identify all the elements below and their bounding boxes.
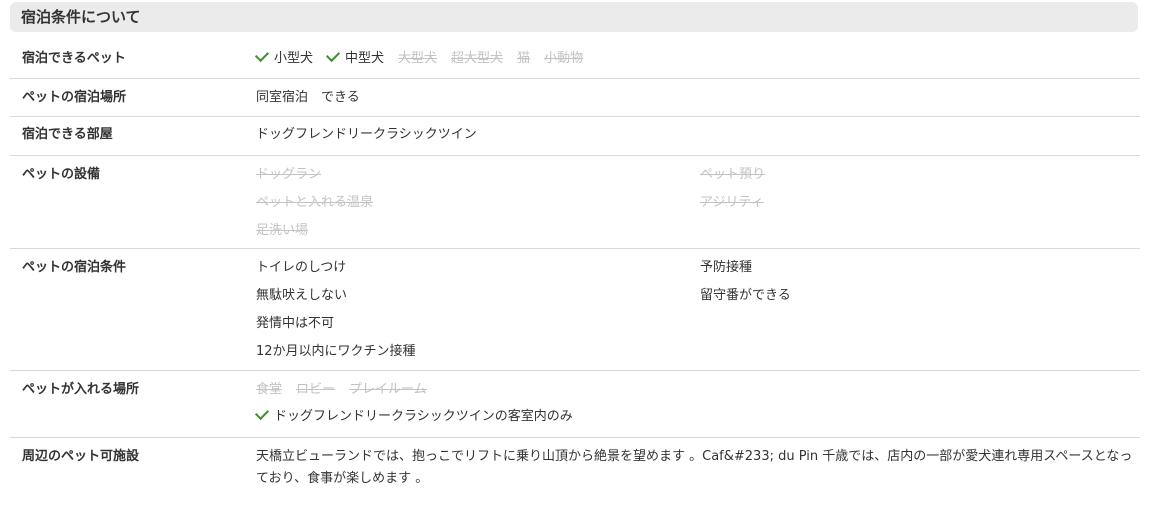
- pet-type-small-animal: 小動物: [544, 51, 584, 66]
- facility-hot-spring: ペットと入れる温泉: [256, 195, 374, 210]
- facility-foot-wash: 足洗い場: [256, 223, 309, 238]
- pet-type-cat: 猫: [517, 51, 531, 66]
- check-icon: [254, 47, 270, 63]
- rooms-value: ドッグフレンドリークラシックツイン: [256, 127, 477, 142]
- section-header: 宿泊条件について: [10, 2, 1138, 32]
- condition-item: 発情中は不可: [256, 316, 335, 331]
- nearby-description: 天橋立ビューランドでは、抱っこでリフトに乗り山頂から絶景を望めます 。Caf&#…: [256, 449, 1133, 486]
- row-location: ペットの宿泊場所 同室宿泊 できる: [10, 79, 1140, 117]
- condition-item: 予防接種: [700, 260, 753, 275]
- check-icon: [325, 47, 341, 63]
- pet-type-small-dog: 小型犬: [254, 47, 313, 67]
- pet-type-xlarge-dog: 超大型犬: [451, 51, 504, 66]
- places-disabled-list: 食堂 ロビー プレイルーム: [256, 382, 441, 398]
- row-pets: 宿泊できるペット 小型犬 中型犬 大型犬 超大型犬猫小動物: [10, 40, 1140, 79]
- condition-item: トイレのしつけ: [256, 260, 347, 275]
- label-conditions: ペットの宿泊条件: [22, 260, 127, 275]
- facility-pet-sitting: ペット預り: [700, 167, 766, 182]
- place-lobby: ロビー: [296, 382, 336, 397]
- row-places: ペットが入れる場所 食堂 ロビー プレイルーム ドッグフレンドリークラシックツインの…: [10, 371, 1140, 438]
- label-location: ペットの宿泊場所: [22, 90, 127, 105]
- label-facilities: ペットの設備: [22, 167, 101, 182]
- label-rooms: 宿泊できる部屋: [22, 127, 113, 142]
- place-guest-room-label: ドッグフレンドリークラシックツインの客室内のみ: [274, 409, 573, 424]
- section-title: 宿泊条件について: [21, 8, 141, 26]
- location-value: 同室宿泊 できる: [256, 90, 360, 105]
- facility-dog-run: ドッグラン: [256, 167, 322, 182]
- label-places: ペットが入れる場所: [22, 382, 140, 397]
- pet-type-medium-dog: 中型犬: [325, 47, 384, 67]
- pet-type-list: 小型犬 中型犬 大型犬 超大型犬猫小動物: [254, 47, 597, 67]
- pet-type-large-dog: 大型犬: [398, 51, 438, 66]
- check-icon: [254, 405, 270, 421]
- facility-agility: アジリティ: [700, 195, 764, 210]
- pet-conditions-panel: 宿泊条件について 宿泊できるペット 小型犬 中型犬 大型犬 超大型犬猫小動物 ペットの…: [0, 0, 1159, 506]
- place-play-room: プレイルーム: [349, 382, 427, 397]
- row-conditions: ペットの宿泊条件 トイレのしつけ 無駄吠えしない 発情中は不可 12か月以内にワ…: [10, 249, 1140, 371]
- label-nearby: 周辺のペット可施設: [22, 449, 140, 464]
- condition-item: 無駄吠えしない: [256, 288, 348, 303]
- condition-item: 12か月以内にワクチン接種: [256, 344, 416, 359]
- row-rooms: 宿泊できる部屋 ドッグフレンドリークラシックツイン: [10, 117, 1140, 156]
- place-guest-room: ドッグフレンドリークラシックツインの客室内のみ: [254, 405, 573, 425]
- condition-item: 留守番ができる: [700, 288, 791, 303]
- row-nearby: 周辺のペット可施設 天橋立ビューランドでは、抱っこでリフトに乗り山頂から絶景を望…: [10, 438, 1140, 498]
- label-pets: 宿泊できるペット: [22, 51, 126, 66]
- row-facilities: ペットの設備 ドッグラン ペットと入れる温泉 足洗い場 ペット預り アジリティ: [10, 156, 1140, 249]
- place-dining-hall: 食堂: [256, 382, 283, 397]
